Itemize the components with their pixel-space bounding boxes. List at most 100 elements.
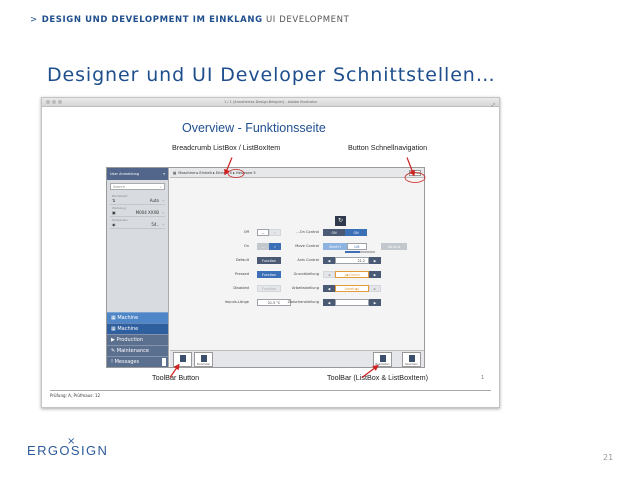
axis-increase-button[interactable]: ▶ — [369, 257, 381, 264]
minimize-dot-icon[interactable] — [52, 100, 56, 104]
grund-position-field[interactable]: |◀ Grund — [335, 271, 369, 278]
nav-item-production[interactable]: ▶ Production — [107, 334, 168, 345]
search-icon: ⌕ — [160, 185, 162, 189]
nav-item-label: Machine — [117, 326, 139, 332]
artboard-footer: Prüfung: A, Prüfmaus: 12 — [50, 393, 101, 398]
move-start-button[interactable]: Start H — [323, 243, 347, 250]
control-label: Axis Control — [297, 258, 319, 262]
zwischen-position-field[interactable] — [335, 299, 369, 306]
move-progress-fill — [345, 251, 360, 253]
arrow-right-icon: ▶| — [354, 287, 360, 291]
status-row-value: M004 XXXB — [135, 210, 159, 215]
slide-page-number: 21 — [603, 453, 614, 462]
function-button-pressed[interactable]: Function — [257, 271, 281, 278]
footer-divider — [50, 390, 491, 391]
screen-heading: Overview - Funktionsseite — [182, 121, 326, 135]
toolbar-listbox-item[interactable]: Speichern — [402, 352, 421, 367]
annotation-toolbar-button: ToolBar Button — [152, 373, 200, 382]
mode-icon: ⇅ — [112, 198, 116, 203]
arbeit-decrease-button[interactable]: ◀ — [323, 285, 335, 292]
window-title: 1 / 1 (Annotiertes Design-Beispiel) – Ad… — [223, 100, 318, 104]
toolbar: Parameter Bearbeiten Speichern — [170, 350, 424, 367]
toolbar-button-label: Speichern — [405, 363, 418, 366]
document-icon — [201, 355, 207, 362]
nav-item-messages[interactable]: ! Messages — [107, 356, 168, 367]
control-label: Zwischenstellung — [287, 300, 319, 304]
toolbar-button-label: Bearbeiten — [375, 363, 390, 366]
ergosign-logo: × ERGOSIGN — [27, 436, 122, 463]
breadcrumb-path: Maschine ▸ Einheit ▸ Einheit 4 ▸ Heizzon… — [178, 171, 256, 175]
message-badge — [162, 358, 166, 366]
window-controls[interactable] — [46, 100, 62, 104]
search-placeholder: Search — [113, 185, 126, 189]
main-navigation: ▦ Machine ▦ Machine ▶ Production ✎ Maint… — [107, 312, 168, 367]
document-icon — [380, 355, 386, 362]
status-row-value: 54.. — [151, 222, 159, 227]
toolbar-button[interactable] — [173, 352, 192, 367]
nav-item-maintenance[interactable]: ✎ Maintenance — [107, 345, 168, 356]
control-label: Default — [235, 258, 249, 262]
arbeit-position-value: Arbeit — [344, 287, 355, 291]
zwischen-increase-button[interactable]: ▶ — [369, 299, 381, 306]
grund-increase-button[interactable]: ▶ — [369, 271, 381, 278]
control-label: Off — [243, 230, 249, 234]
move-progress-bar — [345, 251, 375, 253]
control-label: Grundstellung — [293, 272, 319, 276]
axis-decrease-button[interactable]: ◀ — [323, 257, 335, 264]
chevron-down-icon: ▾ — [163, 172, 165, 176]
breadcrumb-subsection: UI DEVELOPMENT — [265, 15, 350, 25]
control-label: On — [243, 244, 249, 248]
function-button-default[interactable]: Function — [257, 257, 281, 264]
document-icon — [180, 355, 186, 362]
control-label: Move Control — [295, 244, 319, 248]
arbeit-increase-button[interactable]: ▶ — [369, 285, 381, 292]
nav-item-machine[interactable]: ▦ Machine — [107, 312, 168, 323]
page-marker: 1 — [481, 375, 485, 381]
toolbar-button-label: Parameter — [196, 363, 211, 366]
axis-value-field[interactable]: 21.2 — [335, 257, 369, 264]
sync-icon[interactable]: ↻ — [335, 216, 346, 226]
control-label: Disabled — [233, 286, 249, 290]
status-row-value: Auto — [149, 198, 159, 203]
zwischen-decrease-button[interactable]: ◀ — [323, 299, 335, 306]
annotation-toolbar-listbox: ToolBar (ListBox & ListBoxItem) — [327, 373, 429, 382]
nav-item-label: Messages — [114, 359, 140, 365]
toolbar-listbox-item[interactable]: Bearbeiten — [373, 352, 392, 367]
sidebar: User Anmeldung ▾ Search ⌕ Betriebsart ⇅ Au… — [107, 168, 169, 367]
document-icon — [409, 355, 415, 362]
breadcrumb-section: DESIGN UND DEVELOPMENT IM EINKLANG — [41, 15, 263, 25]
on-control-button-active[interactable]: ON — [345, 229, 367, 236]
status-row[interactable]: Werkzeug ▣ M004 XXXB › — [110, 205, 165, 217]
control-label: ...On Control — [296, 230, 319, 234]
chevron-right-icon: › — [162, 210, 164, 215]
toolbar-button-parameter[interactable]: Parameter — [194, 352, 213, 367]
search-input[interactable]: Search ⌕ — [110, 183, 165, 190]
chevron-right-icon: › — [162, 222, 164, 227]
user-header[interactable]: User Anmeldung ▾ — [107, 168, 168, 180]
embedded-screenshot: 1 / 1 (Annotiertes Design-Beispiel) – Ad… — [41, 97, 500, 408]
grid-icon: ▦ — [173, 171, 177, 175]
status-row[interactable]: Betriebsart ⇅ Auto › — [110, 193, 165, 205]
arbeit-position-field[interactable]: Arbeit ▶| — [335, 285, 369, 292]
chevron-right-icon: › — [162, 198, 164, 203]
logo-wordmark: ERGOSIGN — [27, 443, 109, 458]
move-goto-button[interactable]: Go to A — [381, 243, 407, 250]
on-control-button[interactable]: ON — [323, 229, 345, 236]
nav-item-label: Maintenance — [116, 348, 149, 354]
status-row[interactable]: Temperatur ◉ 54.. › — [110, 217, 165, 229]
app-mockup: User Anmeldung ▾ Search ⌕ Betriebsart ⇅ Au… — [106, 167, 425, 368]
control-label: Pressed — [235, 272, 249, 276]
toggle-off-button[interactable]: — — [257, 229, 269, 236]
nav-item-machine-selected[interactable]: ▦ Machine — [107, 323, 168, 334]
nav-item-label: Machine — [117, 315, 139, 321]
zoom-dot-icon[interactable] — [58, 100, 62, 104]
tool-icon: ▣ — [112, 210, 116, 215]
window-titlebar: 1 / 1 (Annotiertes Design-Beispiel) – Ad… — [42, 98, 499, 107]
breadcrumb-listbox[interactable]: ▦ Maschine ▸ Einheit ▸ Einheit 4 ▸ Heizzo… — [170, 168, 424, 178]
toggle-off-button[interactable]: — — [257, 243, 269, 250]
move-lift-button[interactable]: Lift — [347, 243, 367, 250]
close-dot-icon[interactable] — [46, 100, 50, 104]
quick-navigation-button[interactable]: Schnell — [409, 170, 421, 176]
grund-decrease-button[interactable]: ◀ — [323, 271, 335, 278]
annotation-quicknav: Button Schnellnavigation — [348, 143, 428, 152]
